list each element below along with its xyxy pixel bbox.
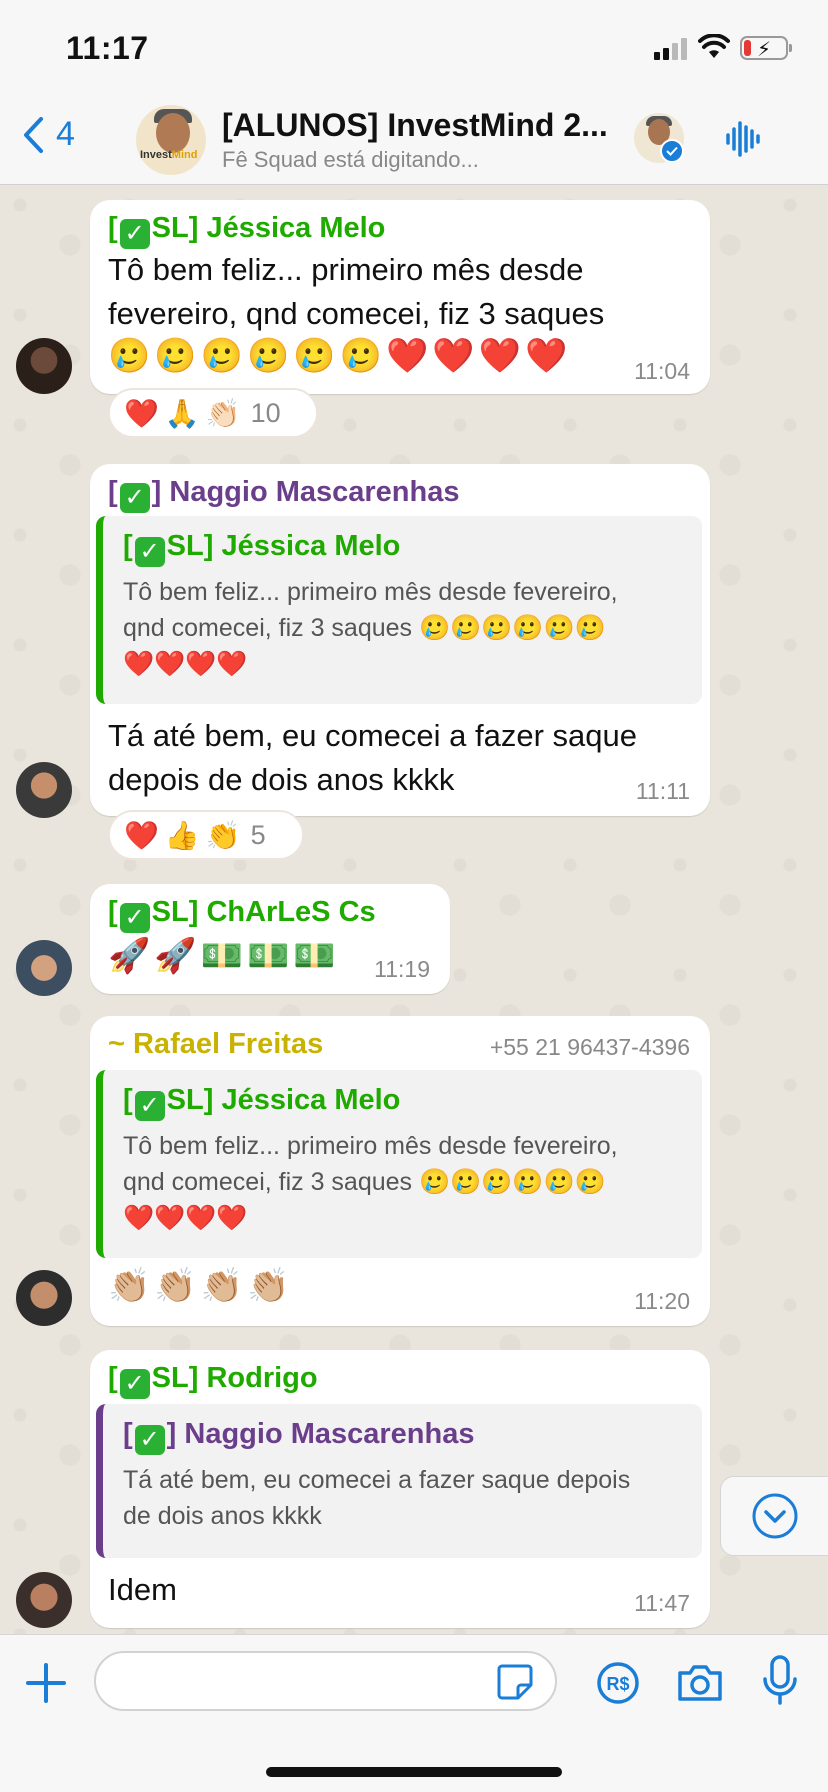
reaction-emojis: ❤️🙏👏🏻 bbox=[124, 397, 247, 429]
typing-status: Fê Squad está digitando... bbox=[222, 147, 479, 172]
message-text: Tá até bem, eu comecei a fazer saque depo… bbox=[108, 718, 638, 797]
message-input[interactable] bbox=[94, 1651, 557, 1711]
group-avatar[interactable]: InvestMind bbox=[136, 105, 206, 175]
sender-avatar[interactable] bbox=[16, 940, 72, 996]
reaction-count: 5 bbox=[250, 819, 266, 850]
message-bubble[interactable]: [✓ SL] ChArLeS Cs 🚀🚀💵💵💵 11:19 bbox=[90, 884, 450, 994]
message-time: 11:20 bbox=[634, 1288, 690, 1314]
message-text: Tô bem feliz... primeiro mês desde fevere… bbox=[108, 252, 605, 331]
quote-sender: [✓] Naggio Mascarenhas bbox=[123, 1418, 475, 1455]
home-indicator bbox=[266, 1767, 562, 1777]
quote-sender: [✓ SL] Jéssica Melo bbox=[123, 530, 401, 567]
wifi-icon bbox=[698, 34, 730, 58]
sender-name: [✓] Naggio Mascarenhas bbox=[108, 476, 460, 513]
message-emojis: 🥲🥲🥲🥲🥲🥲❤️❤️❤️❤️ bbox=[108, 337, 572, 375]
camera-icon[interactable] bbox=[676, 1663, 724, 1703]
quoted-message[interactable]: [✓ SL] Jéssica Melo Tô bem feliz... prime… bbox=[96, 516, 702, 704]
message-time: 11:04 bbox=[634, 358, 690, 384]
sender-name: [✓ SL] ChArLeS Cs bbox=[108, 896, 376, 933]
message-time: 11:19 bbox=[374, 956, 430, 982]
composer-bar: R$ bbox=[0, 1634, 828, 1792]
sender-phone: +55 21 96437-4396 bbox=[489, 1034, 690, 1060]
sender-avatar[interactable] bbox=[16, 1572, 72, 1628]
reaction-pill[interactable]: ❤️🙏👏🏻 10 bbox=[108, 388, 318, 438]
sender-avatar[interactable] bbox=[16, 1270, 72, 1326]
unread-count: 4 bbox=[56, 115, 75, 153]
chevron-left-icon bbox=[24, 116, 43, 153]
audio-waveform-icon[interactable] bbox=[724, 119, 764, 159]
investmind-logo: InvestMind bbox=[140, 149, 198, 161]
reaction-pill[interactable]: ❤️👍👏 5 bbox=[108, 810, 304, 860]
group-title[interactable]: [ALUNOS] InvestMind 2... bbox=[222, 107, 622, 144]
sticker-icon[interactable] bbox=[496, 1663, 534, 1701]
chat-header: 4 InvestMind [ALUNOS] InvestMind 2... Fê… bbox=[0, 95, 828, 185]
chevron-down-icon bbox=[752, 1493, 798, 1539]
message-bubble[interactable]: [✓ SL] Jéssica Melo Tô bem feliz... prime… bbox=[90, 200, 710, 394]
verified-check-icon bbox=[660, 139, 684, 163]
back-button[interactable]: 4 bbox=[22, 115, 75, 154]
battery-icon: ⚡ bbox=[740, 36, 792, 61]
message-emojis: 👏🏼👏🏼👏🏼👏🏼 bbox=[108, 1267, 294, 1305]
quote-text: Tô bem feliz... primeiro mês desde fever… bbox=[123, 578, 618, 678]
quote-text: Tá até bem, eu comecei a fazer saque dep… bbox=[123, 1466, 631, 1530]
microphone-icon[interactable] bbox=[762, 1655, 798, 1707]
message-time: 11:11 bbox=[635, 778, 690, 804]
sender-name: [✓ SL] Rodrigo bbox=[108, 1362, 318, 1399]
message-emojis: 🚀🚀💵💵💵 bbox=[108, 937, 340, 975]
quote-text: Tô bem feliz... primeiro mês desde fever… bbox=[123, 1132, 618, 1232]
reaction-count: 10 bbox=[250, 397, 281, 428]
status-time: 11:17 bbox=[66, 30, 149, 66]
quoted-message[interactable]: [✓] Naggio Mascarenhas Tá até bem, eu co… bbox=[96, 1404, 702, 1558]
quoted-message[interactable]: [✓ SL] Jéssica Melo Tô bem feliz... prime… bbox=[96, 1070, 702, 1258]
sender-avatar[interactable] bbox=[16, 762, 72, 818]
message-time: 11:47 bbox=[634, 1590, 690, 1616]
sender-name: ~ Rafael Freitas bbox=[108, 1028, 324, 1060]
payment-icon[interactable]: R$ bbox=[596, 1661, 640, 1705]
quote-sender: [✓ SL] Jéssica Melo bbox=[123, 1084, 401, 1121]
message-bubble[interactable]: [✓ SL] Rodrigo [✓] Naggio Mascarenhas Tá … bbox=[90, 1350, 710, 1628]
plus-icon[interactable] bbox=[24, 1661, 68, 1705]
status-bar: 11:17 ⚡ bbox=[0, 0, 828, 95]
message-bubble[interactable]: [✓] Naggio Mascarenhas [✓ SL] Jéssica Mel… bbox=[90, 464, 710, 816]
svg-text:R$: R$ bbox=[606, 1674, 629, 1694]
message-text: Idem bbox=[108, 1572, 177, 1607]
signal-icon bbox=[654, 38, 688, 60]
sender-name: [✓ SL] Jéssica Melo bbox=[108, 212, 386, 249]
sender-avatar[interactable] bbox=[16, 338, 72, 394]
reaction-emojis: ❤️👍👏 bbox=[124, 819, 247, 851]
scroll-to-bottom-button[interactable] bbox=[720, 1476, 828, 1556]
message-bubble[interactable]: ~ Rafael Freitas +55 21 96437-4396 [✓ SL]… bbox=[90, 1016, 710, 1326]
